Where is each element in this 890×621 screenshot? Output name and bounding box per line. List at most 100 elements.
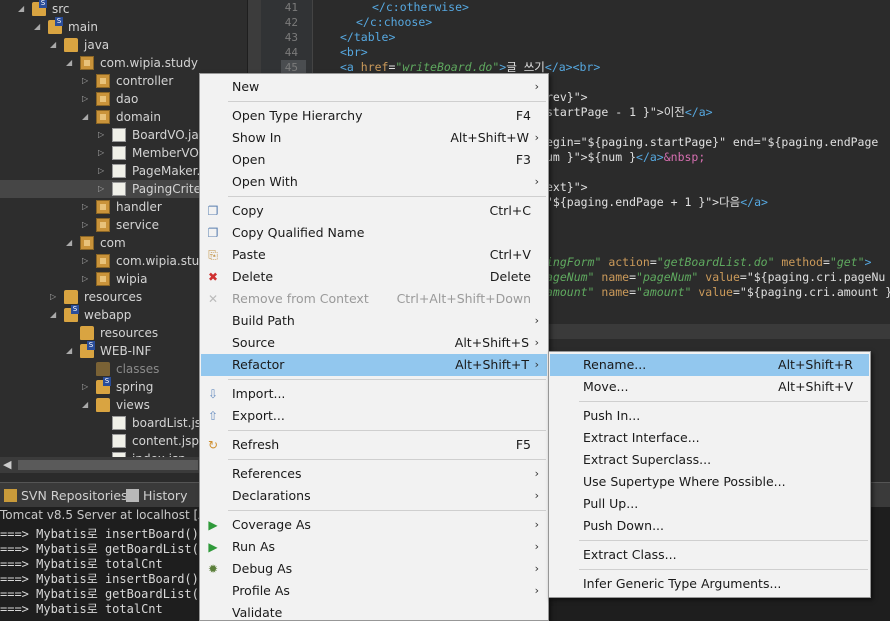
line-number: 43 bbox=[284, 31, 298, 44]
collapse-arrow-icon[interactable]: ◢ bbox=[66, 342, 72, 360]
menu-item-label: Copy Qualified Name bbox=[232, 225, 365, 240]
code-line[interactable]: </table> bbox=[340, 30, 395, 45]
menu-item-extract-class[interactable]: Extract Class... bbox=[550, 544, 869, 566]
expand-arrow-icon[interactable]: ▷ bbox=[82, 378, 88, 396]
collapse-arrow-icon[interactable]: ◢ bbox=[18, 0, 24, 18]
menu-item-build-path[interactable]: Build Path › bbox=[201, 310, 547, 332]
menu-item-declarations[interactable]: Declarations › bbox=[201, 485, 547, 507]
menu-item-push-in[interactable]: Push In... bbox=[550, 405, 869, 427]
code-token: <a bbox=[340, 60, 361, 74]
menu-item-coverage-as[interactable]: ▶ Coverage As › bbox=[201, 514, 547, 536]
code-line[interactable]: startPage - 1 }">이전</a> bbox=[546, 105, 713, 120]
collapse-arrow-icon[interactable]: ◢ bbox=[82, 396, 88, 414]
menu-item-import[interactable]: ⇩ Import... bbox=[201, 383, 547, 405]
folder-icon bbox=[80, 326, 94, 340]
menu-item-extract-interface[interactable]: Extract Interface... bbox=[550, 427, 869, 449]
menu-item-shortcut: Alt+Shift+V bbox=[778, 379, 853, 394]
tree-item-com-wipia-study[interactable]: ◢ com.wipia.study bbox=[0, 54, 247, 72]
menu-item-export[interactable]: ⇧ Export... bbox=[201, 405, 547, 427]
tree-item-label: classes bbox=[116, 362, 160, 376]
tree-item-main[interactable]: ◢ Smain bbox=[0, 17, 247, 36]
menu-item-debug-as[interactable]: ✹ Debug As › bbox=[201, 558, 547, 580]
collapse-arrow-icon[interactable]: ◢ bbox=[66, 234, 72, 252]
code-line[interactable]: <br> bbox=[340, 45, 368, 60]
package-icon bbox=[80, 56, 94, 70]
code-line[interactable]: egin="${paging.startPage}" end="${paging… bbox=[546, 135, 878, 150]
code-line[interactable]: "${paging.endPage + 1 }">다음</a> bbox=[546, 195, 768, 210]
folder-icon bbox=[64, 290, 78, 304]
menu-item-refactor[interactable]: Refactor Alt+Shift+T › bbox=[201, 354, 547, 376]
menu-item-profile-as[interactable]: Profile As › bbox=[201, 580, 547, 602]
code-token: "${paging.endPage + 1 }">다음 bbox=[546, 195, 741, 209]
collapse-arrow-icon[interactable]: ◢ bbox=[66, 54, 72, 72]
collapse-arrow-icon[interactable]: ◢ bbox=[50, 306, 56, 324]
expand-arrow-icon[interactable]: ▷ bbox=[82, 198, 88, 216]
expand-arrow-icon[interactable]: ▷ bbox=[82, 270, 88, 288]
code-line[interactable]: ingForm" action="getBoardList.do" method… bbox=[546, 255, 871, 270]
code-token: 글 쓰기 bbox=[506, 60, 545, 74]
svn-badge-icon: S bbox=[39, 0, 47, 8]
scroll-left-arrow-icon[interactable]: ◀ bbox=[3, 457, 11, 473]
menu-item-refresh[interactable]: ↻ Refresh F5 bbox=[201, 434, 547, 456]
menu-item-shortcut: F3 bbox=[515, 152, 531, 167]
tree-item-java[interactable]: ◢ java bbox=[0, 36, 247, 54]
tree-item-src[interactable]: ◢ Ssrc bbox=[0, 0, 247, 18]
menu-item-label: Profile As bbox=[232, 583, 290, 598]
menu-item-move[interactable]: Move... Alt+Shift+V bbox=[550, 376, 869, 398]
code-line[interactable]: ageNum" name="pageNum" value="${paging.c… bbox=[546, 270, 885, 285]
menu-item-rename[interactable]: Rename... Alt+Shift+R bbox=[550, 354, 869, 376]
menu-item-infer-generic-type-arguments[interactable]: Infer Generic Type Arguments... bbox=[550, 573, 869, 595]
menu-item-open-with[interactable]: Open With › bbox=[201, 171, 547, 193]
expand-arrow-icon[interactable]: ▷ bbox=[98, 144, 104, 162]
menu-item-run-as[interactable]: ▶ Run As › bbox=[201, 536, 547, 558]
code-token: = bbox=[822, 255, 830, 269]
code-line[interactable]: rev}"> bbox=[546, 90, 588, 105]
code-line[interactable]: um }">${num }</a>&nbsp; bbox=[546, 150, 705, 165]
expand-arrow-icon[interactable]: ▷ bbox=[50, 288, 56, 306]
console-line: ===> Mybatis로 insertBoard() bbox=[0, 527, 199, 541]
tree-item-label: wipia bbox=[116, 272, 148, 286]
menu-item-pull-up[interactable]: Pull Up... bbox=[550, 493, 869, 515]
collapse-arrow-icon[interactable]: ◢ bbox=[50, 36, 56, 54]
collapse-arrow-icon[interactable]: ◢ bbox=[82, 108, 88, 126]
menu-item-open[interactable]: Open F3 bbox=[201, 149, 547, 171]
menu-item-extract-superclass[interactable]: Extract Superclass... bbox=[550, 449, 869, 471]
menu-item-copy[interactable]: ❐ Copy Ctrl+C bbox=[201, 200, 547, 222]
scrollbar-thumb[interactable] bbox=[18, 460, 198, 470]
expand-arrow-icon[interactable]: ▷ bbox=[82, 216, 88, 234]
code-line[interactable]: </c:otherwise> bbox=[372, 0, 469, 15]
code-line[interactable]: </c:choose> bbox=[356, 15, 432, 30]
expand-arrow-icon[interactable]: ▷ bbox=[98, 162, 104, 180]
tree-item-label: dao bbox=[116, 92, 139, 106]
menu-item-open-type-hierarchy[interactable]: Open Type Hierarchy F4 bbox=[201, 105, 547, 127]
expand-arrow-icon[interactable]: ▷ bbox=[82, 72, 88, 90]
menu-item-source[interactable]: Source Alt+Shift+S › bbox=[201, 332, 547, 354]
submenu-arrow-icon: › bbox=[534, 489, 539, 502]
expand-arrow-icon[interactable]: ▷ bbox=[82, 90, 88, 108]
menu-item-label: Build Path bbox=[232, 313, 295, 328]
menu-item-push-down[interactable]: Push Down... bbox=[550, 515, 869, 537]
menu-item-delete[interactable]: ✖ Delete Delete bbox=[201, 266, 547, 288]
menu-item-references[interactable]: References › bbox=[201, 463, 547, 485]
tree-item-label: content.jsp bbox=[132, 434, 199, 448]
menu-item-paste[interactable]: ⎘ Paste Ctrl+V bbox=[201, 244, 547, 266]
expand-arrow-icon[interactable]: ▷ bbox=[98, 126, 104, 144]
code-token: </ bbox=[372, 0, 386, 14]
collapse-arrow-icon[interactable]: ◢ bbox=[34, 18, 40, 36]
expand-arrow-icon[interactable]: ▷ bbox=[82, 252, 88, 270]
code-token: &nbsp; bbox=[663, 150, 706, 164]
menu-item-show-in[interactable]: Show In Alt+Shift+W › bbox=[201, 127, 547, 149]
code-token: amount" bbox=[546, 285, 602, 299]
menu-item-use-supertype-where-possible[interactable]: Use Supertype Where Possible... bbox=[550, 471, 869, 493]
expand-arrow-icon[interactable]: ▷ bbox=[98, 180, 104, 198]
code-token: ="${paging.cri.amount } bbox=[732, 285, 890, 299]
code-token: "writeBoard.do" bbox=[395, 60, 500, 74]
menu-item-new[interactable]: New › bbox=[201, 76, 547, 98]
code-line[interactable]: amount" name="amount" value="${paging.cr… bbox=[546, 285, 890, 300]
tab-history[interactable]: History bbox=[126, 483, 187, 508]
tree-item-label: handler bbox=[116, 200, 162, 214]
code-line[interactable]: ext}"> bbox=[546, 180, 588, 195]
menu-item-validate[interactable]: Validate bbox=[201, 602, 547, 621]
menu-item-copy-qualified-name[interactable]: ❐ Copy Qualified Name bbox=[201, 222, 547, 244]
tab-svn-repositories[interactable]: SVN Repositories bbox=[4, 483, 128, 508]
